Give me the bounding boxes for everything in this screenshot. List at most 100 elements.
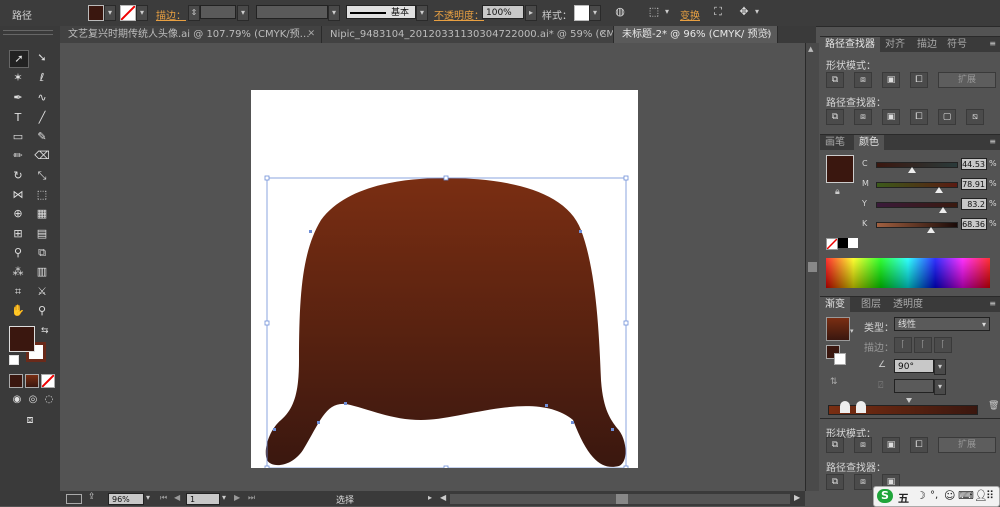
align-icon[interactable]: ⬚ (646, 5, 662, 19)
document-tab[interactable]: 文艺复兴时期传统人头像.ai @ 107.79% (CMYK/预… ✕ (60, 26, 322, 43)
stroke-dropdown[interactable]: ▾ (136, 5, 148, 21)
tab-align[interactable]: 对齐 (880, 37, 910, 52)
channel-value-field[interactable]: 78.91 (961, 178, 987, 190)
horizontal-scrollbar[interactable] (450, 494, 790, 504)
type-icon[interactable]: T (9, 110, 27, 126)
fill-swatch[interactable] (88, 5, 104, 21)
lasso-icon[interactable]: ℓ (33, 70, 51, 86)
opacity-field[interactable]: 100% (482, 5, 524, 19)
panel-menu-icon[interactable]: ≡ (989, 299, 996, 308)
opacity-label[interactable]: 不透明度： (434, 7, 484, 22)
pen-icon[interactable]: ✒ (9, 90, 27, 106)
last-artboard-icon[interactable]: ⏭ (248, 493, 255, 503)
channel-slider-thumb[interactable] (938, 207, 947, 213)
close-icon[interactable]: ✕ (599, 26, 607, 43)
perspective-icon[interactable]: ▦ (33, 206, 51, 222)
gradient-mode-icon[interactable] (25, 374, 39, 388)
hand-icon[interactable]: ✋ (9, 303, 27, 319)
brush-dropdown[interactable]: ▾ (416, 5, 428, 21)
stroke-weight-stepper[interactable]: ⇕ (188, 5, 200, 21)
color-mode-icon[interactable] (9, 374, 23, 388)
tab-layers[interactable]: 图层 (856, 297, 886, 312)
intersect-icon[interactable]: ▣ (882, 437, 900, 453)
gradient-midpoint[interactable] (906, 398, 912, 403)
channel-slider[interactable] (876, 222, 958, 228)
channel-slider[interactable] (876, 182, 958, 188)
tab-pathfinder[interactable]: 路径查找器 (820, 37, 880, 52)
minus-front-icon[interactable]: ⧈ (854, 437, 872, 453)
gradient-stop[interactable] (840, 401, 850, 413)
moon-icon[interactable]: ☽ (916, 489, 926, 502)
gradient-type-select[interactable]: 线性 ▾ (894, 317, 990, 331)
isolate-icon[interactable]: ⛶ (710, 5, 726, 19)
recolor-icon[interactable]: ◍ (612, 5, 628, 19)
tab-stroke[interactable]: 描边 (912, 37, 942, 52)
rotate-icon[interactable]: ↻ (9, 168, 27, 184)
fill-dropdown[interactable]: ▾ (104, 5, 116, 21)
style-dropdown[interactable]: ▾ (589, 5, 601, 21)
outline-icon[interactable]: ▢ (938, 109, 956, 125)
panel-menu-icon[interactable]: ≡ (989, 137, 996, 146)
exclude-icon[interactable]: ⧠ (910, 72, 928, 88)
stroke-within-icon[interactable]: ⌈ (894, 337, 912, 353)
channel-value-field[interactable]: 83.2 (961, 198, 987, 210)
export-icon[interactable]: ⇪ (88, 492, 96, 502)
merge-icon[interactable]: ▣ (882, 109, 900, 125)
align-dropdown[interactable]: ▾ (662, 5, 672, 19)
next-artboard-icon[interactable]: ▶ (234, 493, 240, 502)
stroke-along-icon[interactable]: ⌈ (914, 337, 932, 353)
pencil-icon[interactable]: ✏ (9, 148, 27, 164)
document-tab[interactable]: Nipic_9483104_20120331130304722000.ai* @… (322, 26, 614, 43)
divide-icon[interactable]: ⧉ (826, 109, 844, 125)
stroke-weight-label[interactable]: 描边： (156, 7, 186, 22)
none-mode-icon[interactable] (41, 374, 55, 388)
channel-slider-thumb[interactable] (907, 167, 916, 173)
variable-width-profile[interactable] (256, 5, 328, 19)
scroll-up-icon[interactable]: ▲ (808, 45, 813, 53)
shape-builder-icon[interactable]: ⊕ (9, 206, 27, 222)
exclude-icon[interactable]: ⧠ (910, 437, 928, 453)
channel-slider[interactable] (876, 162, 958, 168)
paintbrush-icon[interactable]: ✎ (33, 129, 51, 145)
more-options-icon[interactable]: ✥ (736, 5, 752, 19)
status-menu-icon[interactable]: ▸ (428, 493, 432, 502)
gradient-stroke-icon[interactable] (834, 353, 846, 365)
graphic-style-swatch[interactable] (574, 5, 590, 21)
scroll-right-icon[interactable]: ▶ (794, 493, 800, 502)
stroke-swatch[interactable] (120, 5, 136, 21)
width-icon[interactable]: ⋈ (9, 187, 27, 203)
draw-inside-icon[interactable]: ◌ (40, 392, 58, 408)
close-icon[interactable]: ✕ (763, 26, 771, 43)
punctuation-icon[interactable]: °, (930, 490, 938, 501)
divide-icon[interactable]: ⧉ (826, 474, 844, 490)
scroll-left-icon[interactable]: ◀ (440, 493, 446, 502)
transform-link[interactable]: 变换 (680, 7, 700, 22)
gradient-icon[interactable]: ▤ (33, 226, 51, 242)
stroke-weight-dropdown[interactable]: ▾ (237, 5, 249, 21)
stroke-weight-field[interactable] (200, 5, 236, 19)
curvature-icon[interactable]: ∿ (33, 90, 51, 106)
scale-icon[interactable]: ⤡ (33, 168, 51, 184)
more-options-dropdown[interactable]: ▾ (752, 5, 762, 19)
vertical-scrollbar[interactable]: ▲ (805, 43, 819, 491)
ime-mode-label[interactable]: 五 (898, 490, 909, 506)
hat-artwork[interactable] (251, 90, 638, 468)
magic-wand-icon[interactable]: ✶ (9, 70, 27, 86)
gradient-preview-dropdown[interactable]: ▾ (850, 327, 854, 335)
aspect-ratio-field[interactable] (894, 379, 934, 393)
keyboard-icon[interactable]: ⌨ (958, 489, 974, 502)
channel-slider-thumb[interactable] (926, 227, 935, 233)
color-spectrum[interactable] (826, 258, 990, 288)
ime-toolbar[interactable]: S 五 ☽ °, ☺ ⌨ 👤︎ ⠿ (873, 486, 1000, 507)
blend-icon[interactable]: ⧉ (33, 245, 51, 261)
close-icon[interactable]: ✕ (307, 26, 315, 43)
tab-gradient[interactable]: 渐变 (820, 297, 850, 312)
unite-icon[interactable]: ⧉ (826, 437, 844, 453)
line-icon[interactable]: ╱ (33, 110, 51, 126)
white-swatch[interactable] (848, 238, 858, 248)
tab-symbol[interactable]: 符号 (942, 37, 972, 52)
artboard-nav-icon[interactable] (66, 494, 82, 504)
default-colors-icon[interactable] (9, 355, 19, 365)
tab-brushes[interactable]: 画笔 (820, 135, 850, 150)
tab-transparency[interactable]: 透明度 (888, 297, 928, 312)
